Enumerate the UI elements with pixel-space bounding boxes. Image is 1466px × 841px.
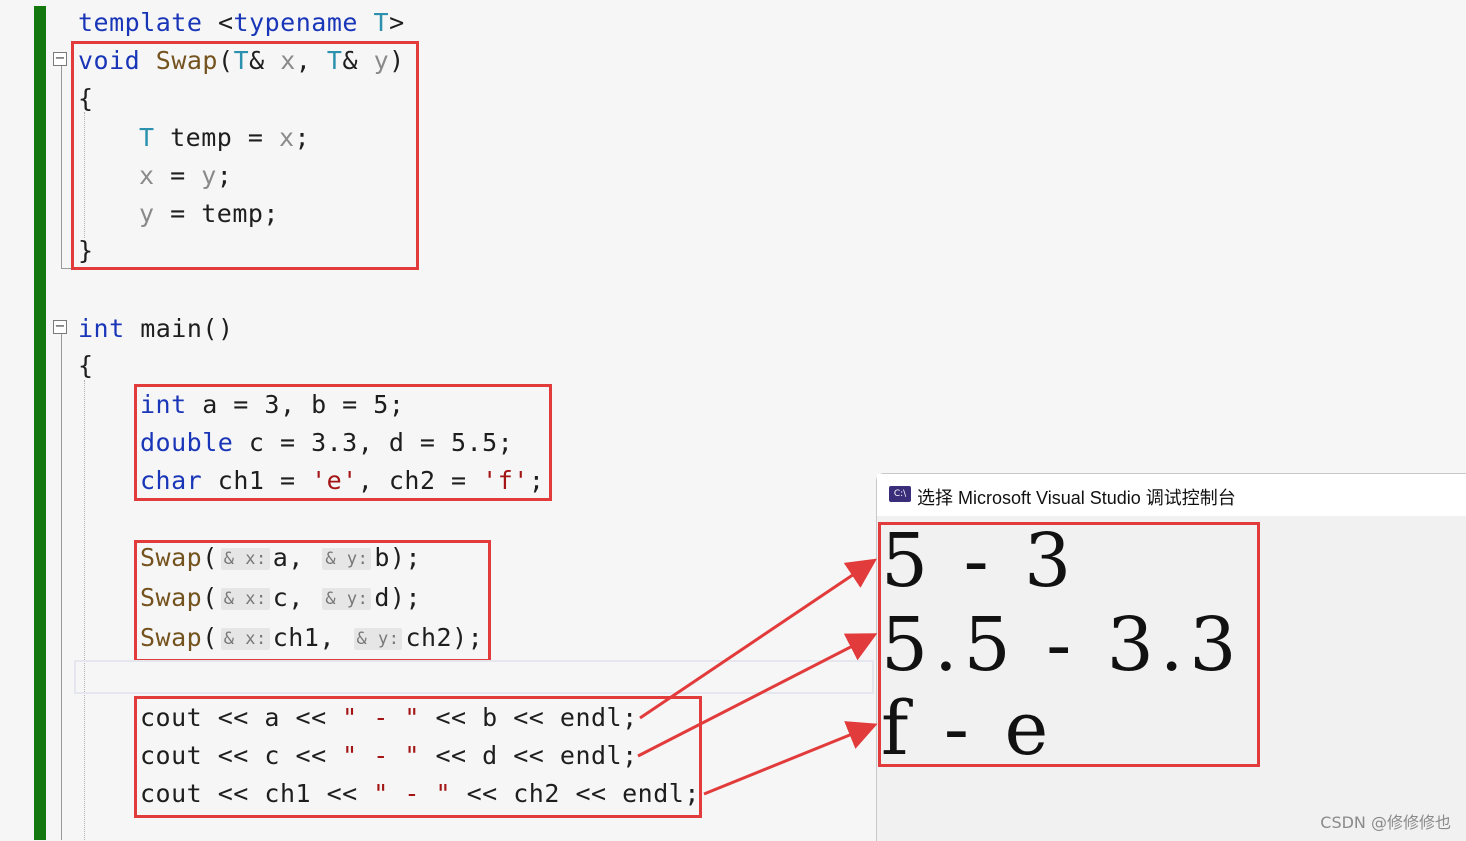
annotation-arrows bbox=[637, 558, 878, 796]
arrow-line-3 bbox=[703, 721, 878, 796]
